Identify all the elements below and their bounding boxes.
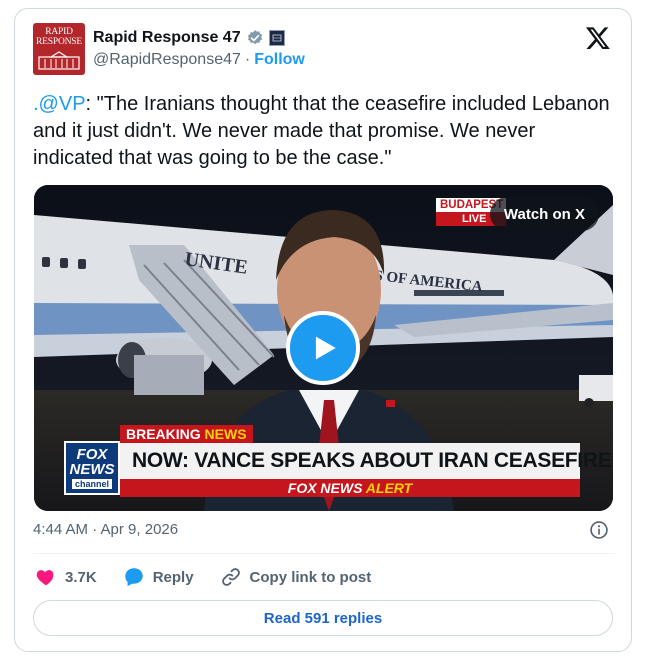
avatar-text-2: RESPONSE xyxy=(36,37,82,47)
alert-word: ALERT xyxy=(362,480,413,496)
breaking-word: BREAKING xyxy=(126,426,201,442)
embedded-post-card: RAPID RESPONSE Rapid Response 47 @RapidR… xyxy=(14,8,632,652)
avatar-text-1: RAPID xyxy=(45,27,73,37)
play-button[interactable] xyxy=(286,311,360,385)
post-text: .@VP: "The Iranians thought that the cea… xyxy=(33,91,613,172)
reply-bubble-icon xyxy=(124,568,143,587)
heart-icon xyxy=(36,570,54,586)
like-button[interactable]: 3.7K xyxy=(35,566,97,588)
mention-link[interactable]: .@VP xyxy=(33,93,86,115)
affiliate-badge-icon[interactable] xyxy=(268,30,285,46)
display-name[interactable]: Rapid Response 47 xyxy=(93,29,241,47)
verified-badge-icon xyxy=(246,29,264,47)
read-replies-button[interactable]: Read 591 replies xyxy=(33,600,613,636)
handle-row: @RapidResponse47 · Follow xyxy=(93,51,305,69)
post-body: : "The Iranians thought that the ceasefi… xyxy=(33,93,610,169)
reply-label: Reply xyxy=(152,568,194,586)
fox-logo-line2: NEWS xyxy=(69,461,115,478)
link-icon xyxy=(221,568,240,586)
chyron-headline: NOW: VANCE SPEAKS ABOUT IRAN CEASEFIRE xyxy=(120,443,612,479)
breaking-news-label: BREAKING NEWS xyxy=(120,425,253,443)
x-logo-icon[interactable] xyxy=(585,25,611,51)
post-timestamp[interactable]: 4:44 AM · Apr 9, 2026 xyxy=(33,521,178,538)
copy-link-button[interactable]: Copy link to post xyxy=(220,566,372,588)
watch-on-x-button[interactable]: Watch on X xyxy=(489,197,599,231)
reply-button[interactable]: Reply xyxy=(123,566,194,588)
play-icon xyxy=(315,336,336,360)
info-icon[interactable] xyxy=(589,520,609,545)
handle[interactable]: @RapidResponse47 xyxy=(93,51,241,69)
follow-button[interactable]: Follow xyxy=(254,51,305,69)
author-name-row: Rapid Response 47 xyxy=(93,27,285,49)
copy-link-label: Copy link to post xyxy=(249,568,372,586)
fox-news-alert-bar: FOX NEWS ALERT xyxy=(120,479,580,497)
video-player[interactable]: UNITE S OF AMERICA BUDAPEST LIVE Watch o… xyxy=(34,185,613,511)
fox-logo-line3: channel xyxy=(71,479,112,489)
fox-logo-line1: FOX xyxy=(76,446,108,463)
avatar[interactable]: RAPID RESPONSE xyxy=(33,23,85,75)
alert-prefix: FOX NEWS xyxy=(287,480,363,496)
news-word: NEWS xyxy=(200,426,247,442)
fox-news-logo: FOX NEWS channel xyxy=(64,441,120,495)
white-house-icon xyxy=(38,51,80,70)
separator-dot: · xyxy=(244,51,251,68)
action-bar: 3.7K Reply Copy link to post xyxy=(35,563,397,591)
like-count: 3.7K xyxy=(65,568,97,586)
divider xyxy=(33,553,615,554)
